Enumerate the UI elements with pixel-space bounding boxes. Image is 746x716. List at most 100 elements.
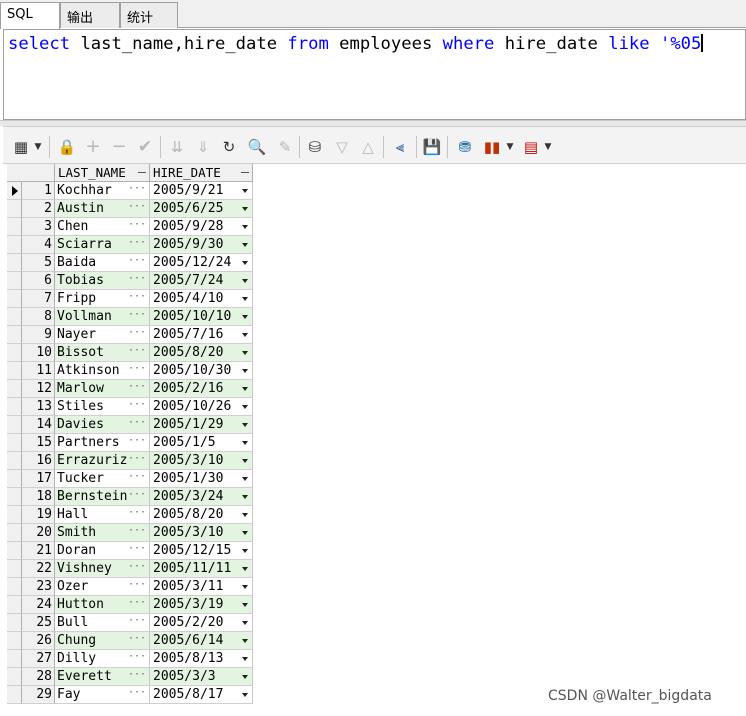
cell-last-name[interactable]: Partners ···	[55, 434, 150, 452]
cell-hire-date[interactable]: 2005/7/24	[150, 272, 253, 290]
ellipsis-icon[interactable]: ···	[128, 236, 146, 252]
cell-hire-date[interactable]: 2005/9/21	[150, 182, 253, 200]
cell-hire-date[interactable]: 2005/8/17	[150, 686, 253, 704]
dropdown-icon[interactable]	[242, 513, 248, 517]
down-all-icon[interactable]: ⇓	[193, 137, 213, 157]
row-indicator[interactable]	[7, 686, 22, 704]
row-indicator[interactable]	[7, 488, 22, 506]
save-icon[interactable]: 💾	[422, 137, 442, 157]
chevron-down-icon[interactable]: ▼	[543, 137, 553, 157]
dropdown-icon[interactable]	[242, 423, 248, 427]
row-indicator[interactable]	[7, 668, 22, 686]
row-indicator[interactable]	[7, 272, 22, 290]
table-row[interactable]: 27 Dilly ··· 2005/8/13	[7, 650, 253, 668]
cell-hire-date[interactable]: 2005/3/10	[150, 524, 253, 542]
cell-hire-date[interactable]: 2005/7/16	[150, 326, 253, 344]
row-indicator[interactable]	[7, 470, 22, 488]
table-row[interactable]: 14 Davies ··· 2005/1/29	[7, 416, 253, 434]
ellipsis-icon[interactable]: ···	[128, 614, 146, 630]
cell-hire-date[interactable]: 2005/10/26	[150, 398, 253, 416]
dropdown-icon[interactable]	[242, 567, 248, 571]
ellipsis-icon[interactable]: ···	[128, 668, 146, 684]
row-indicator[interactable]	[7, 560, 22, 578]
cell-last-name[interactable]: Bissot ···	[55, 344, 150, 362]
cell-last-name[interactable]: Fripp ···	[55, 290, 150, 308]
tree-icon[interactable]: ⫷	[389, 137, 411, 157]
ellipsis-icon[interactable]: ···	[128, 434, 146, 450]
cell-hire-date[interactable]: 2005/2/16	[150, 380, 253, 398]
dropdown-icon[interactable]	[242, 243, 248, 247]
row-indicator[interactable]	[7, 452, 22, 470]
dropdown-icon[interactable]	[242, 441, 248, 445]
cell-last-name[interactable]: Tobias ···	[55, 272, 150, 290]
dropdown-icon[interactable]	[242, 261, 248, 265]
table-row[interactable]: 19 Hall ··· 2005/8/20	[7, 506, 253, 524]
cell-last-name[interactable]: Vishney ···	[55, 560, 150, 578]
row-indicator[interactable]	[7, 416, 22, 434]
row-indicator[interactable]	[7, 200, 22, 218]
table-row[interactable]: 3 Chen ··· 2005/9/28	[7, 218, 253, 236]
row-indicator[interactable]	[7, 344, 22, 362]
filter-icon[interactable]: ▽	[332, 137, 352, 157]
cell-hire-date[interactable]: 2005/10/10	[150, 308, 253, 326]
dropdown-icon[interactable]	[242, 531, 248, 535]
table-row[interactable]: 4 Sciarra ··· 2005/9/30	[7, 236, 253, 254]
tab-output[interactable]: 输出	[60, 2, 120, 28]
cell-hire-date[interactable]: 2005/9/28	[150, 218, 253, 236]
cell-last-name[interactable]: Stiles ···	[55, 398, 150, 416]
dropdown-icon[interactable]	[242, 225, 248, 229]
cell-hire-date[interactable]: 2005/12/15	[150, 542, 253, 560]
cell-last-name[interactable]: Chung ···	[55, 632, 150, 650]
row-indicator[interactable]	[7, 650, 22, 668]
row-indicator[interactable]	[7, 380, 22, 398]
cell-hire-date[interactable]: 2005/3/3	[150, 668, 253, 686]
table-row[interactable]: 10 Bissot ··· 2005/8/20	[7, 344, 253, 362]
table-row[interactable]: 7 Fripp ··· 2005/4/10	[7, 290, 253, 308]
remove-icon[interactable]: −	[109, 137, 129, 157]
cell-last-name[interactable]: Baida ···	[55, 254, 150, 272]
row-indicator[interactable]	[7, 506, 22, 524]
table-row[interactable]: 1 Kochhar ··· 2005/9/21	[7, 182, 253, 200]
ellipsis-icon[interactable]: ···	[128, 560, 146, 576]
dropdown-icon[interactable]	[242, 315, 248, 319]
cell-hire-date[interactable]: 2005/3/10	[150, 452, 253, 470]
cell-last-name[interactable]: Austin ···	[55, 200, 150, 218]
cell-last-name[interactable]: Davies ···	[55, 416, 150, 434]
add-icon[interactable]: +	[83, 137, 103, 157]
table-row[interactable]: 6 Tobias ··· 2005/7/24	[7, 272, 253, 290]
cell-hire-date[interactable]: 2005/9/30	[150, 236, 253, 254]
cell-last-name[interactable]: Bernstein ···	[55, 488, 150, 506]
ellipsis-icon[interactable]: ···	[128, 362, 146, 378]
dropdown-icon[interactable]	[242, 603, 248, 607]
table-row[interactable]: 24 Hutton ··· 2005/3/19	[7, 596, 253, 614]
row-indicator[interactable]	[7, 542, 22, 560]
ellipsis-icon[interactable]: ···	[128, 452, 146, 468]
column-header-hire-date[interactable]: HIRE_DATE	[150, 164, 253, 182]
cell-last-name[interactable]: Ozer ···	[55, 578, 150, 596]
dropdown-icon[interactable]	[242, 189, 248, 193]
cell-last-name[interactable]: Hutton ···	[55, 596, 150, 614]
cell-hire-date[interactable]: 2005/1/5	[150, 434, 253, 452]
cell-hire-date[interactable]: 2005/4/10	[150, 290, 253, 308]
dropdown-icon[interactable]	[242, 351, 248, 355]
table-row[interactable]: 16 Errazuriz ··· 2005/3/10	[7, 452, 253, 470]
dropdown-icon[interactable]	[242, 405, 248, 409]
table-row[interactable]: 29 Fay ··· 2005/8/17	[7, 686, 253, 704]
sql-code[interactable]: select last_name,hire_date from employee…	[8, 33, 704, 55]
ellipsis-icon[interactable]: ···	[128, 326, 146, 342]
cell-last-name[interactable]: Atkinson ···	[55, 362, 150, 380]
ellipsis-icon[interactable]: ···	[128, 344, 146, 360]
cell-last-name[interactable]: Vollman ···	[55, 308, 150, 326]
dropdown-icon[interactable]	[242, 459, 248, 463]
row-indicator[interactable]	[7, 362, 22, 380]
dropdown-icon[interactable]	[242, 621, 248, 625]
row-indicator[interactable]	[7, 614, 22, 632]
table-row[interactable]: 25 Bull ··· 2005/2/20	[7, 614, 253, 632]
cell-last-name[interactable]: Bull ···	[55, 614, 150, 632]
ellipsis-icon[interactable]: ···	[128, 272, 146, 288]
table-row[interactable]: 11 Atkinson ··· 2005/10/30	[7, 362, 253, 380]
cell-hire-date[interactable]: 2005/10/30	[150, 362, 253, 380]
chart-icon[interactable]: ▮▮	[481, 137, 503, 157]
ellipsis-icon[interactable]: ···	[128, 686, 146, 702]
down-icon[interactable]: ⇊	[167, 137, 187, 157]
